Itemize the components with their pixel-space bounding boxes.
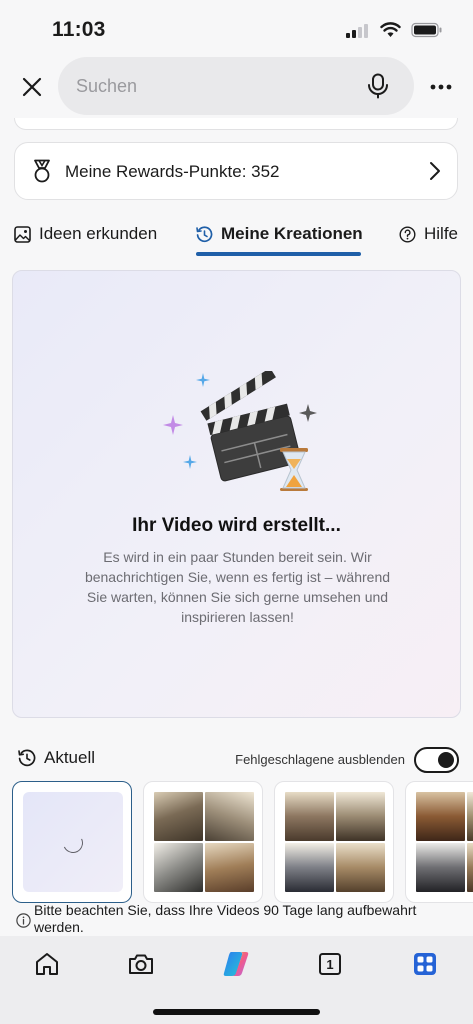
sparkle-icon [299, 404, 317, 422]
tab-help[interactable]: Hilfe [399, 224, 458, 244]
active-tab-indicator [196, 252, 361, 256]
clapperboard-hourglass-illustration [163, 371, 317, 491]
status-icons [346, 22, 443, 38]
tab-label: Hilfe [424, 224, 459, 243]
history-icon [196, 225, 213, 242]
loading-spinner-icon [60, 830, 86, 856]
apps-grid-icon [414, 953, 436, 975]
sparkle-icon [183, 455, 197, 469]
tab-label: Meine Kreationen [221, 224, 363, 243]
creation-thumbnail-loading[interactable] [12, 781, 132, 903]
sparkle-icon [196, 373, 210, 387]
close-icon [22, 77, 42, 97]
status-bar: 11:03 [0, 0, 473, 56]
info-icon [16, 913, 31, 928]
copilot-logo-icon [223, 952, 249, 976]
nav-apps-button[interactable] [410, 949, 440, 979]
tab-bar: Ideen erkunden Meine Kreationen Hilfe [0, 214, 473, 262]
retention-notice-text: Bitte beachten Sie, dass Ihre Videos 90 … [34, 902, 417, 935]
battery-icon [411, 22, 442, 38]
search-field [58, 57, 414, 115]
hide-failed-label: Fehlgeschlagene ausblenden [235, 752, 405, 767]
more-horizontal-icon [430, 84, 452, 90]
chevron-right-icon [430, 162, 440, 180]
tabs-count-icon: 1 [319, 953, 341, 975]
cellular-signal-icon [346, 23, 368, 38]
status-time: 11:03 [52, 18, 106, 41]
recent-label-text: Aktuell [44, 748, 96, 767]
recent-label: Aktuell [18, 748, 95, 768]
search-bar-row [0, 56, 473, 118]
nav-tabs-button[interactable]: 1 [315, 949, 345, 979]
sparkle-icon [163, 415, 183, 435]
tab-my-creations[interactable]: Meine Kreationen [196, 224, 363, 244]
home-indicator [153, 1009, 320, 1015]
rewards-points-label: Meine Rewards-Punkte: 352 [65, 162, 280, 181]
help-circle-icon [399, 225, 416, 243]
nav-copilot-button[interactable] [221, 949, 251, 979]
tab-label: Ideen erkunden [39, 224, 158, 243]
hourglass-icon [280, 448, 308, 491]
voice-search-button[interactable] [364, 72, 392, 100]
bottom-navigation: 1 [0, 936, 473, 1024]
wifi-icon [380, 22, 401, 37]
microphone-icon [368, 73, 388, 99]
hide-failed-toggle[interactable] [414, 747, 459, 773]
history-icon [18, 749, 36, 767]
creation-thumbnail[interactable] [143, 781, 263, 903]
nav-home-button[interactable] [32, 949, 62, 979]
recent-creations-list [12, 781, 473, 903]
rewards-card[interactable]: Meine Rewards-Punkte: 352 [14, 142, 458, 200]
loading-placeholder [23, 792, 123, 892]
camera-icon [129, 954, 153, 974]
image-icon [14, 225, 31, 243]
more-options-button[interactable] [427, 73, 455, 101]
creation-title: Ihr Video wird erstellt... [132, 515, 341, 536]
close-button[interactable] [18, 73, 46, 101]
creation-thumbnail[interactable] [274, 781, 394, 903]
thumbnail-image-grid [154, 792, 254, 892]
retention-notice: Bitte beachten Sie, dass Ihre Videos 90 … [16, 902, 461, 936]
thumbnail-image-grid [285, 792, 385, 892]
creation-description: Es wird in ein paar Stunden bereit sein.… [84, 549, 391, 625]
medal-icon [34, 159, 50, 183]
video-creation-card: Ihr Video wird erstellt... Es wird in ei… [12, 270, 461, 718]
creation-thumbnail[interactable] [405, 781, 473, 903]
toggle-knob [438, 752, 454, 768]
thumbnail-image-grid [416, 792, 473, 892]
tab-explore-ideas[interactable]: Ideen erkunden [14, 224, 157, 244]
previous-card-edge [14, 118, 458, 130]
search-input[interactable] [76, 57, 356, 115]
nav-camera-button[interactable] [126, 949, 156, 979]
recent-header: Aktuell Fehlgeschlagene ausblenden [0, 744, 473, 774]
home-icon [36, 953, 58, 975]
tab-count: 1 [326, 957, 333, 972]
